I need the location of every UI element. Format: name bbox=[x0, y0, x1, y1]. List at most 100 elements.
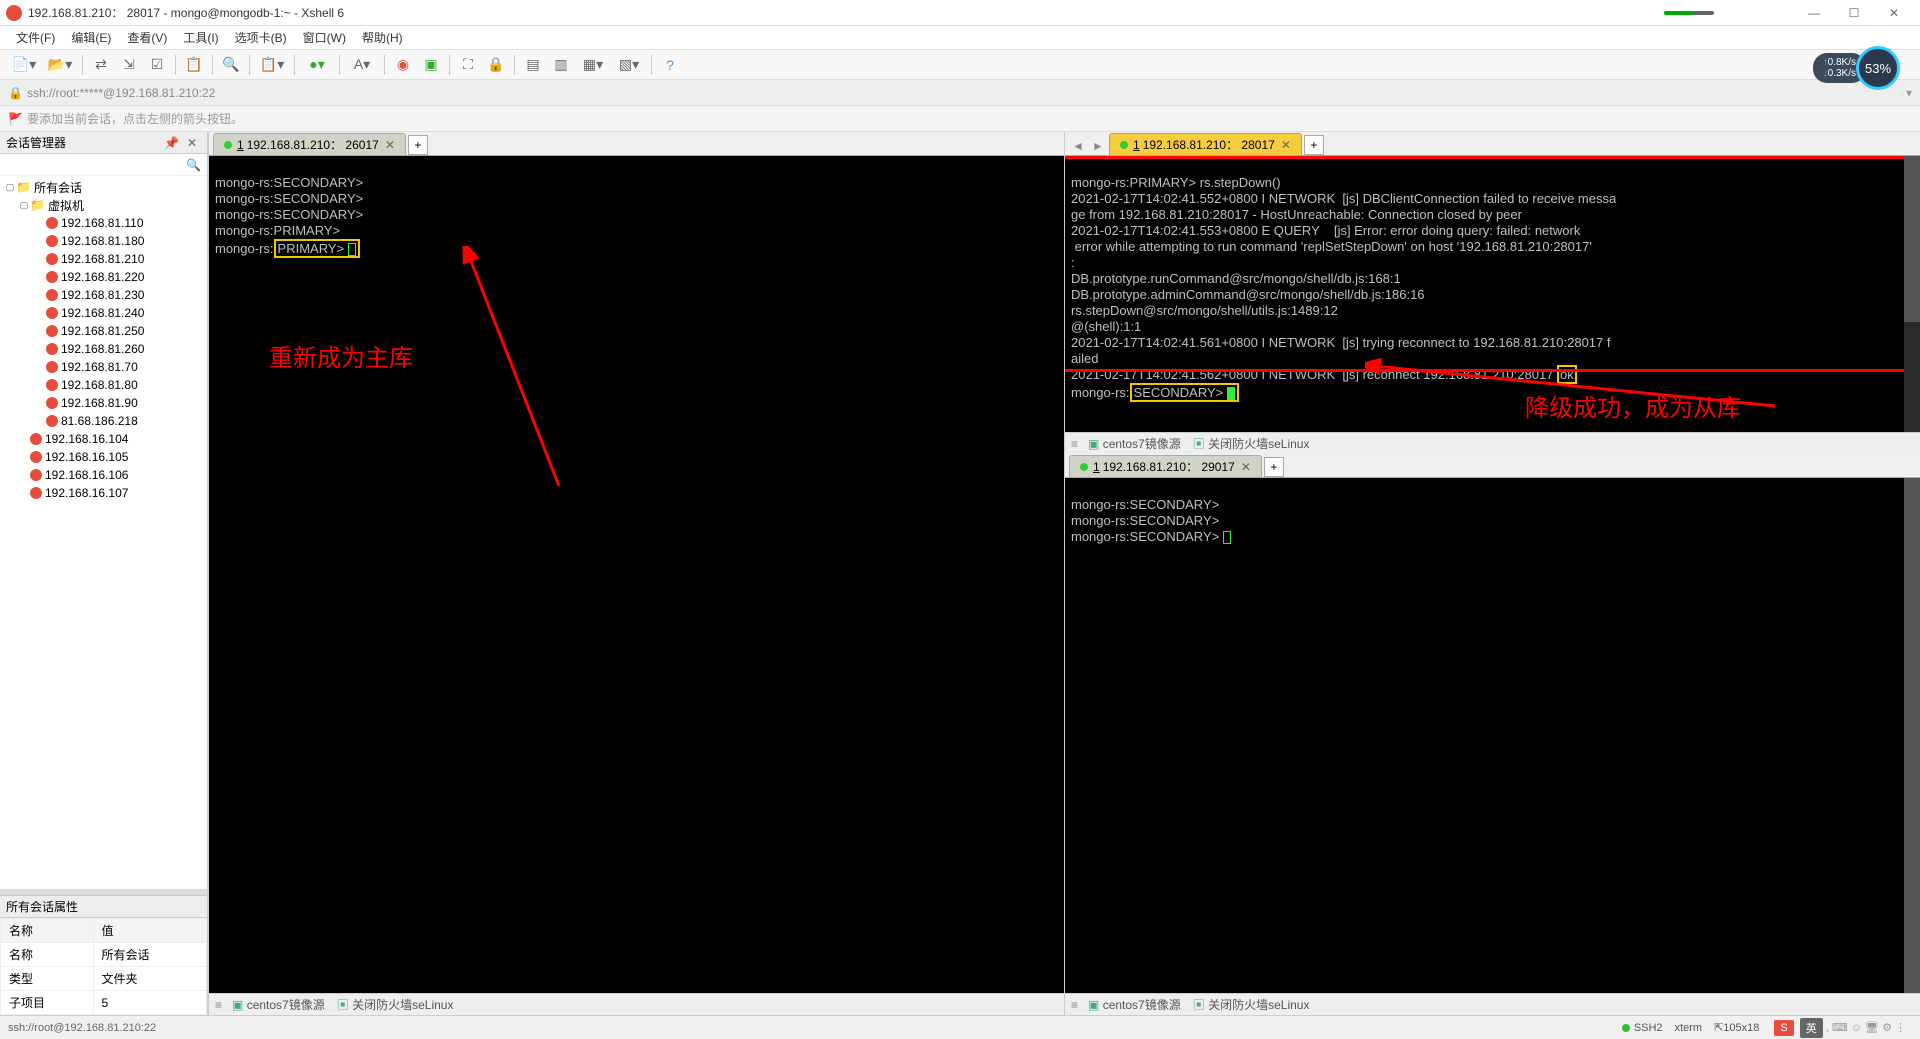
menu-file[interactable]: 文件(F) bbox=[8, 29, 63, 46]
tab-29017[interactable]: 1 192.168.81.210： 29017 ✕ bbox=[1069, 455, 1262, 477]
activity-indicator bbox=[1664, 11, 1714, 15]
session-tree[interactable]: ▢ 📁 所有会话 ▢ 📁 虚拟机 192.168.81.110 192.168.8… bbox=[0, 176, 207, 889]
tree-host[interactable]: 192.168.81.80 bbox=[0, 376, 207, 394]
color-button[interactable]: ●▾ bbox=[301, 53, 333, 77]
tree-host[interactable]: 192.168.81.250 bbox=[0, 322, 207, 340]
new-session-button[interactable]: 📄▾ bbox=[8, 53, 40, 77]
prop-val: 所有会话 bbox=[93, 943, 206, 967]
host-icon bbox=[46, 361, 58, 373]
tree-root[interactable]: ▢ 📁 所有会话 bbox=[0, 178, 207, 196]
chevron-down-icon[interactable]: ▾ bbox=[1906, 86, 1912, 100]
prop-key: 类型 bbox=[1, 967, 94, 991]
pin-icon[interactable]: 📌 bbox=[160, 136, 183, 150]
menu-window[interactable]: 窗口(W) bbox=[295, 29, 354, 46]
lock-button[interactable]: 🔒 bbox=[484, 53, 508, 77]
tree-host[interactable]: 192.168.16.107 bbox=[0, 484, 207, 502]
prop-key: 子项目 bbox=[1, 991, 94, 1015]
host-icon bbox=[46, 289, 58, 301]
search-icon[interactable]: 🔍 bbox=[186, 158, 201, 172]
host-icon bbox=[46, 379, 58, 391]
properties-button[interactable]: ☑ bbox=[145, 53, 169, 77]
paste-button[interactable]: 📋▾ bbox=[256, 53, 288, 77]
tree-host[interactable]: 192.168.81.240 bbox=[0, 304, 207, 322]
tab-close-icon[interactable]: ✕ bbox=[385, 138, 395, 152]
copy-button[interactable]: 📋 bbox=[182, 53, 206, 77]
tab-28017[interactable]: 1 192.168.81.210： 28017 ✕ bbox=[1109, 133, 1302, 155]
tree-folder-label: 虚拟机 bbox=[48, 197, 84, 214]
term-line: mongo-rs:SECONDARY> bbox=[215, 191, 363, 206]
scrollbar[interactable] bbox=[1904, 478, 1920, 993]
add-tab-button[interactable]: + bbox=[408, 135, 428, 155]
help-button[interactable]: ? bbox=[658, 53, 682, 77]
tree-host[interactable]: 192.168.81.180 bbox=[0, 232, 207, 250]
menu-tools[interactable]: 工具(I) bbox=[175, 29, 226, 46]
host-icon bbox=[30, 469, 42, 481]
fullscreen-button[interactable]: ⛶ bbox=[456, 53, 480, 77]
open-session-button[interactable]: 📂▾ bbox=[44, 53, 76, 77]
xagent-button[interactable]: ◉ bbox=[391, 53, 415, 77]
host-label: 192.168.81.180 bbox=[61, 234, 144, 248]
tree-host[interactable]: 192.168.81.230 bbox=[0, 286, 207, 304]
close-button[interactable]: ✕ bbox=[1874, 0, 1914, 26]
quick-cmd-selinux[interactable]: ▣ 关闭防火墙seLinux bbox=[1193, 996, 1310, 1013]
quick-cmd-centos[interactable]: ▣ centos7镜像源 bbox=[1088, 435, 1181, 452]
tree-folder-vm[interactable]: ▢ 📁 虚拟机 bbox=[0, 196, 207, 214]
host-label: 192.168.81.210 bbox=[61, 252, 144, 266]
quick-cmd-centos[interactable]: ▣ centos7镜像源 bbox=[232, 996, 325, 1013]
reconnect-button[interactable]: ⇄ bbox=[89, 53, 113, 77]
tree-host[interactable]: 81.68.186.218 bbox=[0, 412, 207, 430]
tab-number: 1 bbox=[1093, 460, 1100, 474]
tunneling-button[interactable]: ▣ bbox=[419, 53, 443, 77]
terminal-br-body[interactable]: mongo-rs:SECONDARY> mongo-rs:SECONDARY> … bbox=[1065, 478, 1920, 993]
menu-tab[interactable]: 选项卡(B) bbox=[227, 29, 295, 46]
menu-help[interactable]: 帮助(H) bbox=[354, 29, 411, 46]
tab-26017[interactable]: 1 192.168.81.210： 26017 ✕ bbox=[213, 133, 406, 155]
menu-view[interactable]: 查看(V) bbox=[119, 29, 175, 46]
hamburger-icon[interactable]: ≡ bbox=[1071, 998, 1078, 1012]
collapse-icon[interactable]: ▢ bbox=[4, 182, 16, 193]
hamburger-icon[interactable]: ≡ bbox=[215, 998, 222, 1012]
tile-v-button[interactable]: ▥ bbox=[549, 53, 573, 77]
collapse-icon[interactable]: ▢ bbox=[18, 200, 30, 211]
tab-close-icon[interactable]: ✕ bbox=[1241, 460, 1251, 474]
add-tab-button[interactable]: + bbox=[1264, 457, 1284, 477]
ime-indicator[interactable]: S英 , ⌨ ☺ 🖥 ⚙ ⋮ bbox=[1771, 1018, 1906, 1038]
scrollbar[interactable] bbox=[1904, 156, 1920, 432]
tree-host[interactable]: 192.168.16.104 bbox=[0, 430, 207, 448]
quick-cmd-selinux[interactable]: ▣ 关闭防火墙seLinux bbox=[337, 996, 454, 1013]
properties-table: 名称 值 名称所有会话类型文件夹子项目5 bbox=[0, 918, 207, 1015]
tab-prev-button[interactable]: ◄ bbox=[1069, 137, 1087, 155]
disconnect-button[interactable]: ⇲ bbox=[117, 53, 141, 77]
hamburger-icon[interactable]: ≡ bbox=[1071, 437, 1078, 451]
arrange-button[interactable]: ▧▾ bbox=[613, 53, 645, 77]
tree-host[interactable]: 192.168.81.260 bbox=[0, 340, 207, 358]
tree-host[interactable]: 192.168.81.210 bbox=[0, 250, 207, 268]
tree-host[interactable]: 192.168.81.70 bbox=[0, 358, 207, 376]
cursor-icon bbox=[1223, 531, 1231, 544]
search-button[interactable]: 🔍 bbox=[219, 53, 243, 77]
tab-close-icon[interactable]: ✕ bbox=[1281, 138, 1291, 152]
quick-cmd-selinux[interactable]: ▣ 关闭防火墙seLinux bbox=[1193, 435, 1310, 452]
address-bar[interactable]: 🔒 ssh://root:*****@192.168.81.210:22 ▾ bbox=[0, 80, 1920, 106]
tree-host[interactable]: 192.168.16.106 bbox=[0, 466, 207, 484]
separator bbox=[212, 55, 213, 75]
br-bottom-bar: ≡ ▣ centos7镜像源 ▣ 关闭防火墙seLinux bbox=[1065, 993, 1920, 1015]
tree-host[interactable]: 192.168.16.105 bbox=[0, 448, 207, 466]
host-label: 192.168.81.260 bbox=[61, 342, 144, 356]
minimize-button[interactable]: — bbox=[1794, 0, 1834, 26]
terminal-tr-body[interactable]: mongo-rs:PRIMARY> rs.stepDown() 2021-02-… bbox=[1065, 156, 1920, 432]
maximize-button[interactable]: ☐ bbox=[1834, 0, 1874, 26]
tree-host[interactable]: 192.168.81.110 bbox=[0, 214, 207, 232]
close-panel-icon[interactable]: ✕ bbox=[183, 136, 201, 150]
tab-next-button[interactable]: ► bbox=[1089, 137, 1107, 155]
menu-edit[interactable]: 编辑(E) bbox=[63, 29, 119, 46]
quick-cmd-centos[interactable]: ▣ centos7镜像源 bbox=[1088, 996, 1181, 1013]
cascade-button[interactable]: ▦▾ bbox=[577, 53, 609, 77]
terminal-left-body[interactable]: mongo-rs:SECONDARY> mongo-rs:SECONDARY> … bbox=[209, 156, 1064, 993]
term-line: mongo-rs:SECONDARY> bbox=[215, 175, 363, 190]
font-button[interactable]: A▾ bbox=[346, 53, 378, 77]
add-tab-button[interactable]: + bbox=[1304, 135, 1324, 155]
tile-h-button[interactable]: ▤ bbox=[521, 53, 545, 77]
tree-host[interactable]: 192.168.81.220 bbox=[0, 268, 207, 286]
tree-host[interactable]: 192.168.81.90 bbox=[0, 394, 207, 412]
